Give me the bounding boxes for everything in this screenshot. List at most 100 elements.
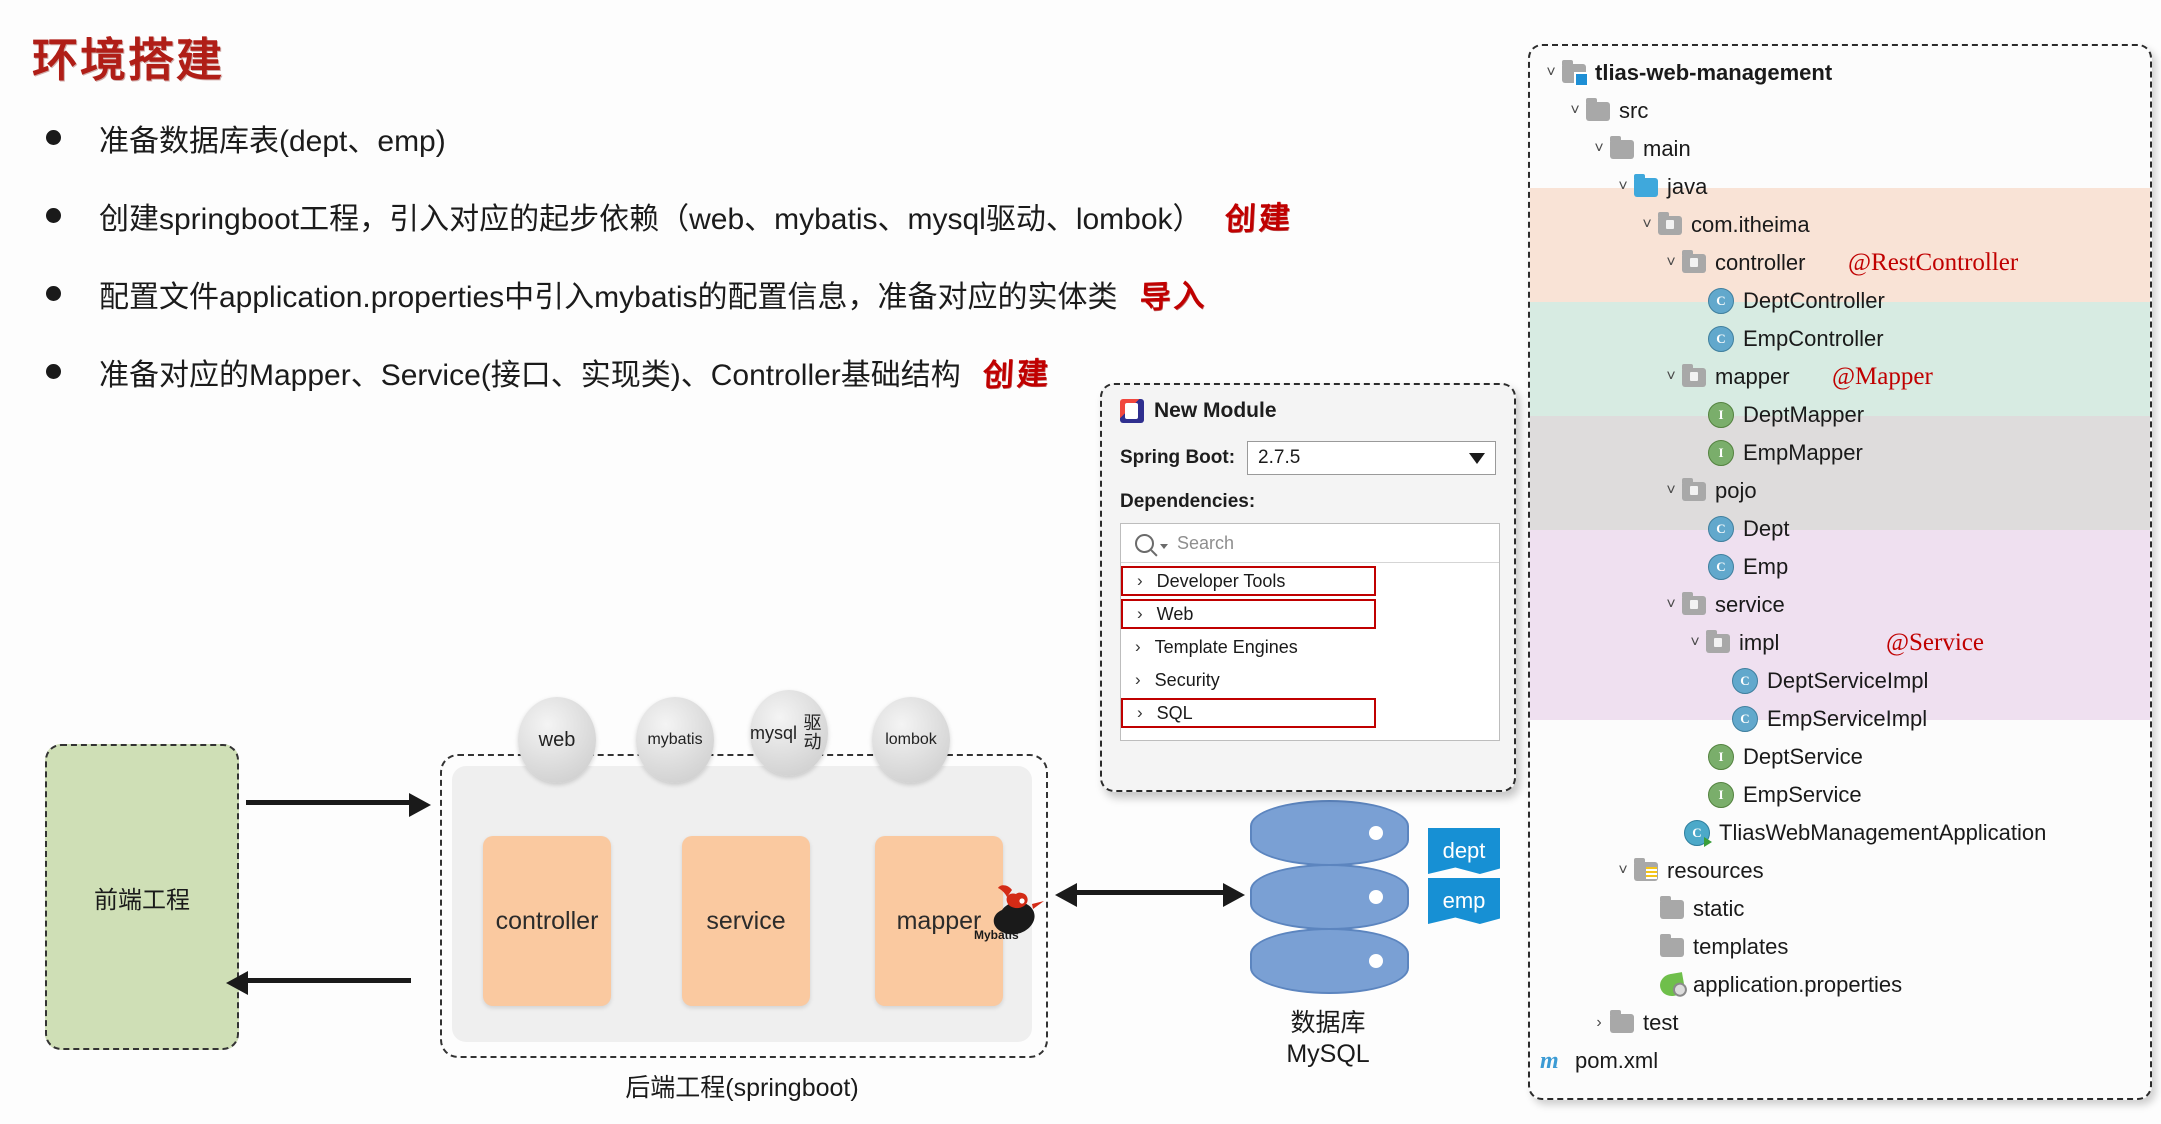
tree-node-EmpService[interactable]: I EmpService [1530,776,2150,814]
tree-node-DeptMapper[interactable]: I DeptMapper [1530,396,2150,434]
tree-node-label: Emp [1743,554,1789,579]
project-tree-panel[interactable]: ˅ tlias-web-management ˅ src ˅ main ˅ ja… [1528,44,2152,1100]
tree-node-label: DeptController [1743,288,1885,313]
bullet-text: 准备对应的Mapper、Service(接口、实现类)、Controller基础… [99,359,961,392]
tree-node-tlias-web-management[interactable]: ˅ tlias-web-management [1530,54,2150,92]
database-cylinder-icon [1250,800,1409,994]
tree-node-resources[interactable]: ˅ resources [1530,852,2150,890]
tree-node-label: application.properties [1693,972,1903,997]
chevron-down-icon[interactable]: ˅ [1660,596,1682,614]
tree-node-label: static [1693,896,1745,921]
dependency-group-web[interactable]: › Web [1121,599,1376,629]
tree-node-label: test [1643,1010,1679,1035]
dependency-mysql-driver: mysql 驱动 [750,690,828,776]
annotation-service: @Service [1886,629,1984,656]
page-title: 环境搭建 [32,34,224,86]
tree-node-label: mapper [1715,364,1790,389]
tree-node-com-itheima[interactable]: ˅ com.itheima [1530,206,2150,244]
tree-node-DeptServiceImpl[interactable]: C DeptServiceImpl [1530,662,2150,700]
new-module-dialog[interactable]: New Module Spring Boot: 2.7.5 Dependenci… [1100,383,1516,792]
package-icon [1682,591,1706,615]
dependency-group-sql[interactable]: › SQL [1121,698,1376,728]
dependencies-label: Dependencies: [1120,491,1256,512]
class-icon: C [1732,706,1758,732]
chevron-down-icon[interactable]: ˅ [1660,482,1682,500]
tree-node-main[interactable]: ˅ main [1530,130,2150,168]
tree-node-label: pom.xml [1575,1048,1659,1073]
dialog-title: New Module [1154,399,1277,422]
tree-node-EmpServiceImpl[interactable]: C EmpServiceImpl [1530,700,2150,738]
chevron-down-icon[interactable]: ˅ [1636,216,1658,234]
tree-node-templates[interactable]: templates [1530,928,2150,966]
dependency-lombok: lombok [872,697,950,783]
mybatis-logo-caption: Mybatis [974,928,1019,942]
tree-node-java[interactable]: ˅ java [1530,168,2150,206]
tree-node-pom-xml[interactable]: m pom.xml [1530,1042,2150,1080]
package-icon [1682,249,1706,273]
handwritten-annotation: 创建 [1223,199,1294,239]
tree-node-label: resources [1667,858,1764,883]
package-icon [1658,211,1682,235]
database-label-line1: 数据库 [1290,1009,1366,1037]
dependency-mysql-line1: mysql [750,722,798,743]
tree-node-DeptService[interactable]: I DeptService [1530,738,2150,776]
chevron-right-icon[interactable]: › [1588,1014,1610,1032]
tree-node-impl[interactable]: ˅ impl @Service [1530,624,2150,662]
list-item: 配置文件application.properties中引入mybatis的配置信… [46,271,1506,317]
tree-node-mapper[interactable]: ˅ mapper @Mapper [1530,358,2150,396]
tree-node-label: TliasWebManagementApplication [1719,820,2047,845]
search-row[interactable]: Search [1121,524,1499,563]
search-icon [1135,533,1154,553]
dependency-group-template-engines[interactable]: › Template Engines [1121,632,1499,662]
tree-node-Dept[interactable]: C Dept [1530,510,2150,548]
spring-boot-label: Spring Boot: [1120,447,1236,468]
frontend-project-box: 前端工程 [45,744,239,1050]
folder-icon [1610,135,1634,159]
spring-boot-application-icon: C [1684,820,1712,847]
maven-file-icon: m [1540,1048,1559,1074]
dependency-mysql-line2: 驱动 [803,713,822,752]
tree-node-DeptController[interactable]: C DeptController [1530,282,2150,320]
chevron-down-icon[interactable]: ˅ [1588,140,1610,158]
tree-node-src[interactable]: ˅ src [1530,92,2150,130]
chevron-down-icon[interactable]: ˅ [1660,254,1682,272]
chevron-down-icon[interactable]: ˅ [1564,102,1586,120]
tree-node-EmpMapper[interactable]: I EmpMapper [1530,434,2150,472]
chevron-down-icon[interactable]: ˅ [1540,64,1562,82]
chevron-down-icon[interactable] [1469,452,1485,464]
package-icon [1706,629,1730,653]
chevron-down-icon[interactable]: ˅ [1612,178,1634,196]
tree-node-EmpController[interactable]: C EmpController [1530,320,2150,358]
tree-node-application-properties[interactable]: application.properties [1530,966,2150,1004]
tree-node-pojo[interactable]: ˅ pojo [1530,472,2150,510]
tree-node-label: EmpServiceImpl [1767,706,1928,731]
tree-node-label: tlias-web-management [1595,60,1833,85]
spring-properties-file-icon [1658,972,1686,998]
folder-icon [1660,895,1684,919]
tree-node-controller[interactable]: ˅ controller @RestController [1530,244,2150,282]
tree-node-service[interactable]: ˅ service [1530,586,2150,624]
search-input[interactable]: Search [1177,533,1234,554]
dependency-group-developer-tools[interactable]: › Developer Tools [1121,566,1376,596]
chevron-right-icon: › [1135,670,1141,689]
folder-icon [1660,933,1684,957]
bullet-list: 准备数据库表(dept、emp) 创建springboot工程，引入对应的起步依… [46,122,1506,427]
tree-node-label: DeptMapper [1743,402,1865,427]
chevron-down-icon[interactable]: ˅ [1660,368,1682,386]
chevron-down-icon[interactable] [1160,543,1168,549]
resources-folder-icon [1634,857,1658,881]
class-icon: C [1708,516,1734,542]
table-tag-dept: dept [1428,828,1500,874]
tree-node-static[interactable]: static [1530,890,2150,928]
tree-node-Emp[interactable]: C Emp [1530,548,2150,586]
tree-node-label: com.itheima [1691,212,1810,237]
spring-boot-version-select[interactable]: 2.7.5 [1247,441,1496,475]
tree-node-test[interactable]: › test [1530,1004,2150,1042]
chevron-down-icon[interactable]: ˅ [1612,862,1634,880]
dependency-group-label: Web [1156,603,1194,624]
chevron-down-icon[interactable]: ˅ [1684,634,1706,652]
tree-node-TliasWebManagementApplication[interactable]: C TliasWebManagementApplication [1530,814,2150,852]
dependency-web: web [518,697,596,783]
layer-service: service [682,836,810,1006]
dependency-group-security[interactable]: › Security [1121,665,1499,695]
